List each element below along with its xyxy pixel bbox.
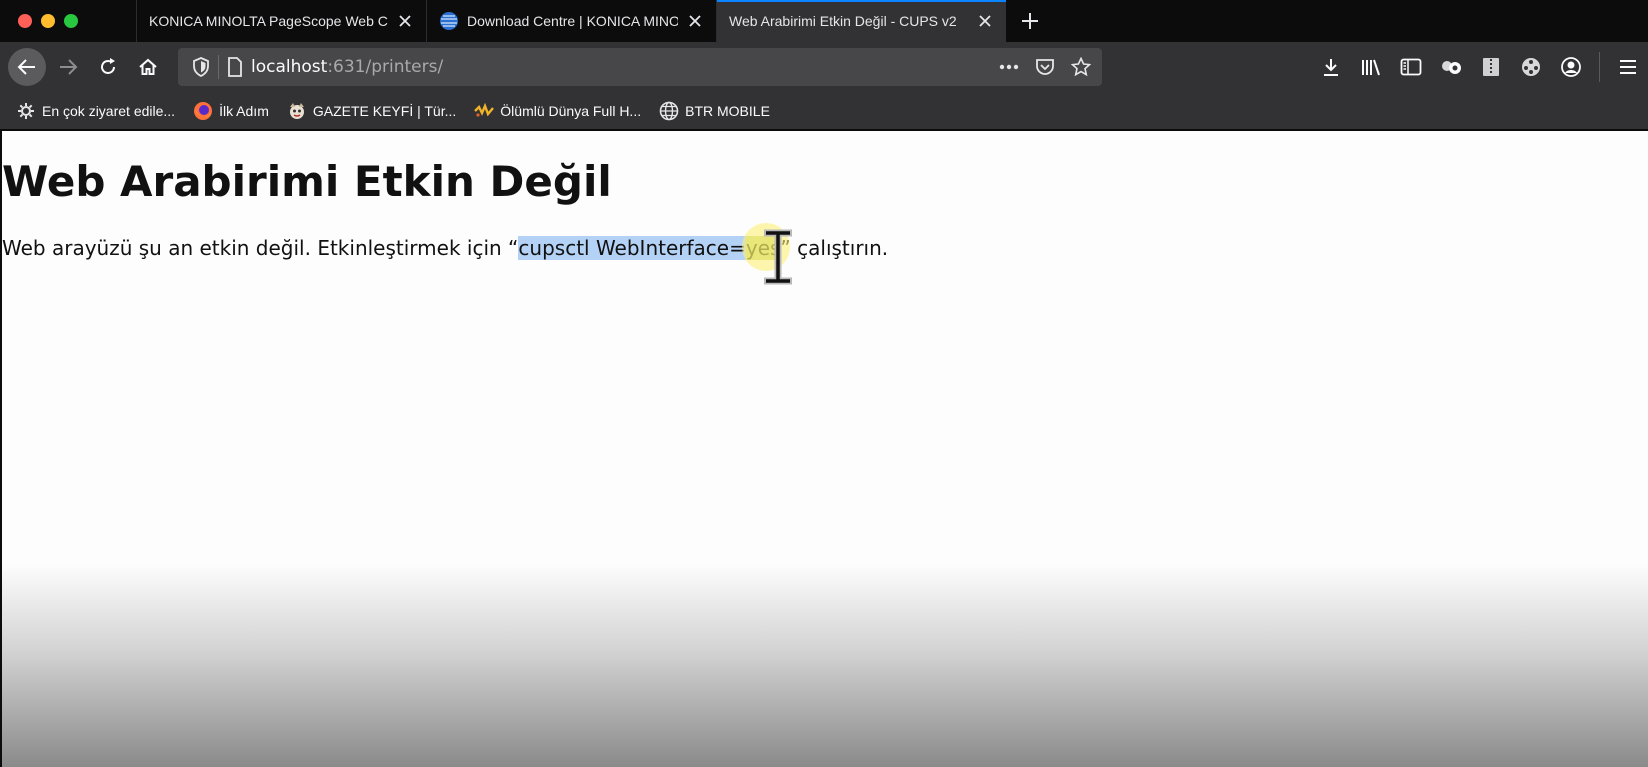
extension-button-3[interactable] — [1511, 47, 1551, 87]
message-text-before: Web arayüzü şu an etkin değil. Etkinleşt… — [2, 236, 519, 260]
hamburger-menu-icon — [1620, 60, 1636, 74]
logo-icon — [474, 101, 495, 121]
url-path: :631/printers/ — [327, 57, 444, 77]
window-controls — [0, 0, 136, 42]
globe-favicon-icon — [439, 11, 459, 31]
tab-label: Download Centre | KONICA MINOLTA — [467, 13, 678, 29]
arrow-right-icon — [60, 59, 78, 75]
reload-icon — [101, 58, 115, 74]
bookmark-olumlu-dunya[interactable]: Ölümlü Dünya Full H... — [474, 101, 641, 121]
bookmark-most-visited[interactable]: En çok ziyaret edile... — [16, 101, 175, 121]
archive-icon — [1483, 58, 1499, 76]
toolbar-divider — [1599, 52, 1600, 82]
downloads-button[interactable] — [1311, 47, 1351, 87]
tab-download-centre[interactable]: Download Centre | KONICA MINOLTA — [426, 0, 716, 42]
pocket-icon[interactable] — [1032, 54, 1058, 80]
extension-button-1[interactable] — [1431, 47, 1471, 87]
account-icon — [1561, 57, 1581, 77]
tab-konica-pagescope[interactable]: KONICA MINOLTA PageScope Web C — [136, 0, 426, 42]
selected-command-text[interactable]: cupsctl WebInterface= — [518, 236, 746, 260]
arrow-left-icon — [17, 59, 35, 75]
url-host: localhost — [251, 57, 328, 77]
bookmark-label: İlk Adım — [219, 102, 269, 119]
menu-button[interactable] — [1608, 47, 1648, 87]
bookmark-ilk-adim[interactable]: İlk Adım — [193, 101, 269, 121]
bookmark-label: GAZETE KEYFİ | Tür... — [312, 102, 457, 119]
page-content: Web Arabirimi Etkin Değil Web arayüzü şu… — [2, 131, 1648, 767]
extension-icon — [1442, 61, 1461, 74]
firefox-icon — [193, 101, 213, 121]
text-cursor-icon — [764, 229, 792, 285]
toolbar-tools — [1311, 42, 1648, 92]
close-tab-icon[interactable] — [394, 10, 416, 32]
close-tab-icon[interactable] — [974, 10, 996, 32]
url-actions — [996, 48, 1094, 86]
globe-icon — [659, 101, 679, 121]
page-actions-icon[interactable] — [996, 54, 1022, 80]
bookmark-label: En çok ziyaret edile... — [42, 102, 176, 119]
tab-label: Web Arabirimi Etkin Değil - CUPS v2 — [729, 13, 957, 29]
film-reel-icon — [1522, 58, 1540, 76]
tab-strip: KONICA MINOLTA PageScope Web C Download … — [0, 0, 1648, 42]
library-button[interactable] — [1351, 47, 1391, 87]
minimize-window-button[interactable] — [41, 14, 55, 28]
page-title: Web Arabirimi Etkin Değil — [2, 157, 612, 206]
gear-icon — [16, 101, 36, 121]
bookmark-gazete-keyfi[interactable]: GAZETE KEYFİ | Tür... — [287, 101, 456, 121]
home-icon — [139, 58, 157, 75]
account-button[interactable] — [1551, 47, 1591, 87]
tab-label: KONICA MINOLTA PageScope Web C — [149, 13, 388, 29]
address-bar[interactable]: localhost:631/printers/ — [178, 48, 1102, 86]
bookmark-btr-mobile[interactable]: BTR MOBILE — [659, 101, 770, 121]
sidebar-icon — [1400, 58, 1422, 76]
extension-button-2[interactable] — [1471, 47, 1511, 87]
close-window-button[interactable] — [18, 14, 32, 28]
tracking-protection-shield-icon[interactable] — [184, 57, 218, 77]
bookmarks-toolbar: En çok ziyaret edile... İlk Adım GAZETE … — [0, 92, 1648, 130]
page-info-icon[interactable] — [219, 57, 251, 77]
sidebar-button[interactable] — [1391, 47, 1431, 87]
browser-window: KONICA MINOLTA PageScope Web C Download … — [0, 0, 1648, 767]
url-text: localhost:631/printers/ — [251, 57, 443, 77]
back-button[interactable] — [8, 48, 46, 86]
tab-cups-web-interface[interactable]: Web Arabirimi Etkin Değil - CUPS v2 — [716, 0, 1006, 42]
home-button[interactable] — [130, 49, 166, 85]
bookmark-label: Ölümlü Dünya Full H... — [500, 102, 642, 119]
navigation-toolbar: localhost:631/printers/ — [0, 42, 1648, 92]
zoom-window-button[interactable] — [64, 14, 78, 28]
new-tab-button[interactable] — [1006, 0, 1054, 42]
forward-button[interactable] — [50, 49, 86, 85]
close-tab-icon[interactable] — [684, 10, 706, 32]
bookmark-label: BTR MOBILE — [685, 102, 770, 119]
reload-button[interactable] — [90, 49, 126, 85]
library-icon — [1362, 59, 1380, 76]
bookmark-star-icon[interactable] — [1068, 54, 1094, 80]
plus-icon — [1022, 13, 1038, 29]
download-icon — [1324, 59, 1338, 76]
mascot-icon — [287, 101, 307, 121]
